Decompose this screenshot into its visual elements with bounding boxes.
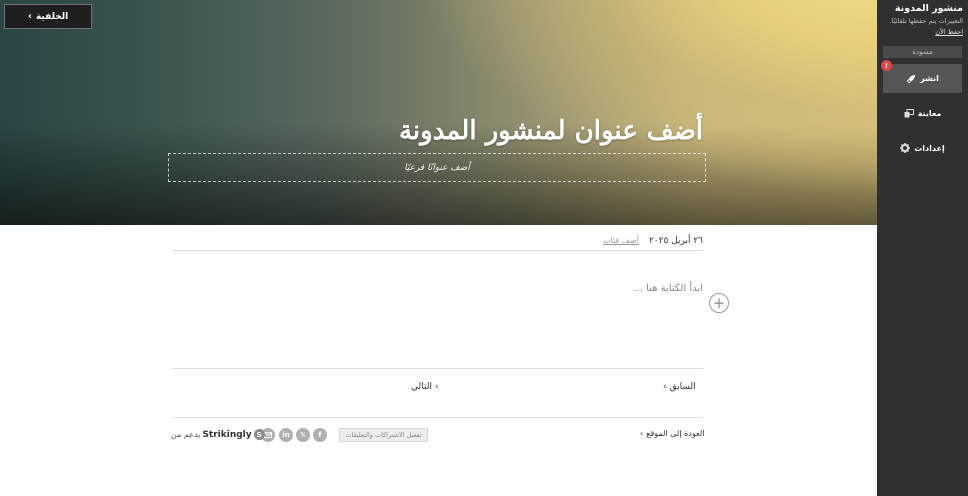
x-icon[interactable]: 𝕏 <box>296 428 310 442</box>
plus-icon: + <box>712 293 726 312</box>
publish-label: انشر <box>920 74 939 83</box>
publish-button[interactable]: انشر <box>883 64 962 93</box>
background-button[interactable]: الخلفية › <box>4 4 92 29</box>
next-post-link[interactable]: ‹ التالي <box>411 382 439 392</box>
powered-by-prefix: يدعم من <box>171 430 201 439</box>
post-body-input[interactable]: ابدأ الكتابة هنا ... <box>633 283 703 294</box>
settings-label: إعدادات <box>914 143 945 153</box>
rocket-icon <box>906 74 916 84</box>
brand-name: Strikingly <box>202 429 252 440</box>
divider <box>172 368 703 369</box>
sidebar: منشور المدونة التغييرات يتم حفظها تلقائي… <box>877 0 968 496</box>
background-button-label: الخلفية <box>35 11 69 22</box>
linkedin-icon[interactable]: in <box>279 428 293 442</box>
status-badge: مسودة <box>883 46 962 58</box>
sidebar-title: منشور المدونة <box>894 3 963 14</box>
preview-label: معاينة <box>917 108 942 118</box>
gear-icon <box>900 143 911 153</box>
chevron-right-icon: › <box>663 382 667 392</box>
save-now-link[interactable]: احفظ الآن <box>935 28 963 36</box>
next-label: التالي <box>411 382 432 392</box>
powered-by[interactable]: يدعم من Strikingly S <box>171 429 265 440</box>
subtitle-field[interactable]: أضف عنوانًا فرعيًا <box>168 153 706 182</box>
publish-alert-badge: ! <box>881 60 892 71</box>
preview-button[interactable]: معاينة <box>883 105 962 121</box>
chevron-right-icon: › <box>640 429 644 438</box>
subtitle-placeholder: أضف عنوانًا فرعيًا <box>404 162 470 173</box>
hero-banner[interactable]: الخلفية › أضف عنوان لمنشور المدونة أضف ع… <box>0 0 877 225</box>
settings-button[interactable]: إعدادات <box>883 140 962 156</box>
previous-post-link[interactable]: السابق › <box>663 382 696 392</box>
previous-label: السابق <box>669 382 696 392</box>
preview-icon <box>904 108 914 118</box>
add-category-link[interactable]: أضف فئات <box>603 236 639 245</box>
back-to-site-label: العودة إلى الموقع <box>646 429 705 438</box>
chevron-right-icon: › <box>27 11 32 22</box>
editor-page: الخلفية › أضف عنوان لمنشور المدونة أضف ع… <box>0 0 968 496</box>
facebook-icon[interactable]: f <box>313 428 327 442</box>
chevron-left-icon: ‹ <box>434 382 439 392</box>
post-meta: ٢٦ أبريل ٢٠٢٥ أضف فئات <box>172 231 703 251</box>
enable-comments-button[interactable]: تفعيل الاشتراكات والتعليقات <box>339 428 428 442</box>
strikingly-logo-icon: S <box>253 429 265 440</box>
add-block-button[interactable]: + <box>709 293 729 313</box>
divider <box>172 417 703 418</box>
post-title[interactable]: أضف عنوان لمنشور المدونة <box>399 116 703 146</box>
back-to-site-link[interactable]: العودة إلى الموقع › <box>640 429 705 438</box>
autosave-note: التغييرات يتم حفظها تلقائيًا. <box>889 17 963 25</box>
post-date[interactable]: ٢٦ أبريل ٢٠٢٥ <box>649 236 703 246</box>
